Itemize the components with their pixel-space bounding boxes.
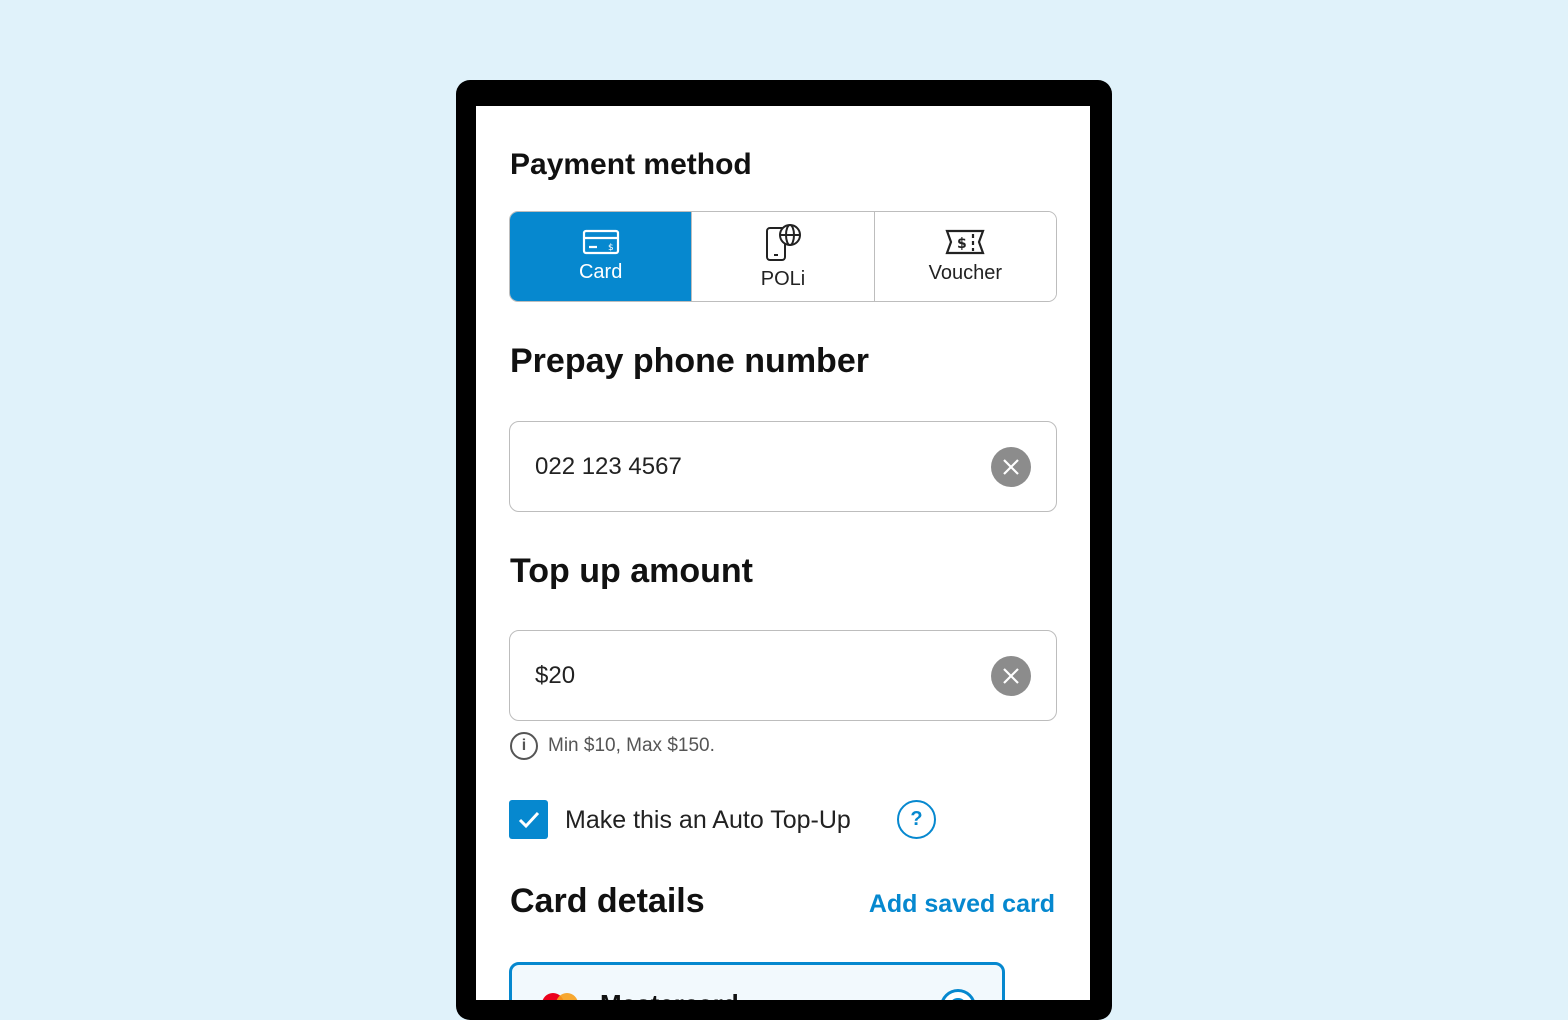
payment-option-label: POLi (760, 268, 806, 290)
add-saved-card-link[interactable]: Add saved card (869, 890, 1055, 919)
close-icon (1003, 668, 1019, 684)
phone-globe-icon (765, 224, 801, 261)
prepay-phone-title: Prepay phone number (510, 342, 869, 380)
saved-card-option[interactable]: Mastercard (509, 962, 1005, 1000)
top-up-amount-field (509, 630, 1057, 721)
top-up-amount-input[interactable] (535, 631, 965, 720)
auto-topup-checkbox[interactable] (509, 800, 548, 839)
auto-topup-label[interactable]: Make this an Auto Top-Up (565, 806, 851, 835)
clear-phone-button[interactable] (991, 447, 1031, 487)
amount-hint-text: Min $10, Max $150. (548, 735, 715, 756)
checkmark-icon (518, 811, 539, 828)
clear-amount-button[interactable] (991, 656, 1031, 696)
payment-method-selector: $ Card POLi $ Voucher (509, 211, 1057, 302)
help-question-icon[interactable]: ? (897, 800, 936, 839)
card-details-title: Card details (510, 882, 705, 920)
voucher-ticket-icon: $ (945, 229, 985, 255)
svg-text:$: $ (608, 243, 614, 253)
mastercard-logo-icon (542, 993, 578, 1000)
info-icon: i (510, 732, 538, 760)
top-up-amount-title: Top up amount (510, 552, 753, 590)
svg-text:$: $ (957, 236, 967, 252)
payment-option-label: Card (578, 261, 623, 283)
credit-card-icon: $ (582, 229, 619, 255)
amount-hint: i Min $10, Max $150. (510, 732, 715, 760)
payment-option-card[interactable]: $ Card (510, 212, 692, 301)
payment-option-voucher[interactable]: $ Voucher (873, 212, 1056, 301)
saved-card-radio[interactable] (940, 989, 976, 1000)
phone-number-input[interactable] (535, 422, 965, 511)
payment-option-label: Voucher (928, 262, 1003, 284)
phone-number-field (509, 421, 1057, 512)
payment-screen: Payment method $ Card POLi $ Voucher Pre… (476, 106, 1090, 1000)
saved-card-label: Mastercard (600, 989, 739, 1000)
payment-option-poli[interactable]: POLi (691, 212, 874, 301)
payment-method-title: Payment method (510, 148, 752, 181)
close-icon (1003, 459, 1019, 475)
